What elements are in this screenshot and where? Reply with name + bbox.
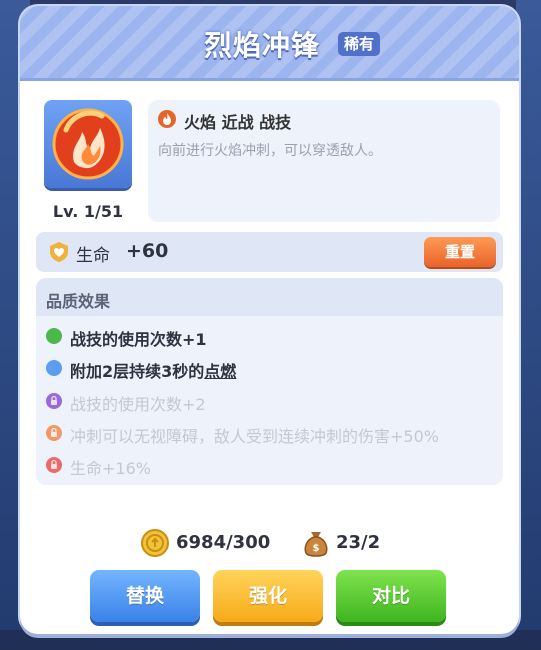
quality-header: 品质效果 bbox=[36, 278, 503, 316]
quality-effect-3: 战技的使用次数+2 bbox=[46, 391, 496, 414]
skill-level: Lv. 1/51 bbox=[52, 202, 124, 221]
quality-effect-text: 附加2层持续3秒的点燃 bbox=[70, 358, 236, 382]
ignite-keyword-link[interactable]: 点燃 bbox=[204, 362, 236, 381]
flame-orb-skill-icon bbox=[44, 100, 132, 188]
dialog-title: 烈焰冲锋 bbox=[204, 29, 321, 62]
quality-effect-2: 附加2层持续3秒的点燃 bbox=[46, 358, 496, 382]
replace-button[interactable]: 替换 bbox=[90, 570, 200, 622]
coin-count: 6984/300 bbox=[176, 532, 271, 553]
orange-lock-icon bbox=[46, 425, 62, 441]
fire-element-icon bbox=[158, 110, 176, 128]
quality-effect-text: 冲刺可以无视障碍，敌人受到连续冲刺的伤害+50% bbox=[70, 427, 439, 446]
blue-dot-icon bbox=[46, 360, 62, 376]
bag-count: 23/2 bbox=[336, 532, 381, 553]
gold-coin-icon bbox=[140, 528, 170, 558]
stat-value: +60 bbox=[126, 240, 169, 262]
quality-effect-4: 冲刺可以无视障碍，敌人受到连续冲刺的伤害+50% bbox=[46, 423, 496, 446]
stat-bar: 生命 +60 重置 bbox=[36, 232, 503, 272]
red-lock-icon bbox=[46, 457, 62, 473]
quality-effect-5: 生命+16% bbox=[46, 455, 496, 478]
skill-tags: 火焰 近战 战技 bbox=[184, 113, 292, 132]
quality-effect-text: 战技的使用次数+1 bbox=[70, 330, 207, 349]
quality-effect-text: 生命+16% bbox=[70, 459, 151, 478]
skill-info-box: 火焰 近战 战技 向前进行火焰冲刺，可以穿透敌人。 bbox=[148, 100, 500, 222]
purple-lock-icon bbox=[46, 393, 62, 409]
upgrade-button[interactable]: 强化 bbox=[213, 570, 323, 622]
money-bag-icon: $ bbox=[302, 528, 330, 558]
quality-title: 品质效果 bbox=[46, 292, 111, 311]
rarity-badge: 稀有 bbox=[338, 32, 381, 56]
dialog-header: 烈焰冲锋 稀有 bbox=[20, 6, 519, 81]
reset-button[interactable]: 重置 bbox=[424, 237, 496, 267]
quality-effects-panel: 品质效果 战技的使用次数+1 附加2层持续3秒的点燃 战技的使用次数+2 冲刺可… bbox=[36, 278, 503, 485]
quality-effect-text-part: 附加2层持续3秒的 bbox=[70, 362, 205, 381]
svg-text:$: $ bbox=[313, 543, 320, 554]
skill-description: 向前进行火焰冲刺，可以穿透敌人。 bbox=[158, 143, 382, 159]
green-dot-icon bbox=[46, 328, 62, 344]
compare-button[interactable]: 对比 bbox=[336, 570, 446, 622]
quality-effect-1: 战技的使用次数+1 bbox=[46, 326, 496, 349]
background-right bbox=[516, 0, 541, 650]
resources-row: 6984/300 $ 23/2 bbox=[20, 528, 519, 558]
stat-label: 生命 bbox=[76, 246, 110, 266]
heart-icon bbox=[48, 241, 70, 263]
skill-detail-dialog: 烈焰冲锋 稀有 Lv. 1/51 火焰 近战 战技 向前进行火焰冲刺，可以穿透敌… bbox=[20, 6, 519, 634]
quality-effect-text: 战技的使用次数+2 bbox=[70, 395, 206, 414]
